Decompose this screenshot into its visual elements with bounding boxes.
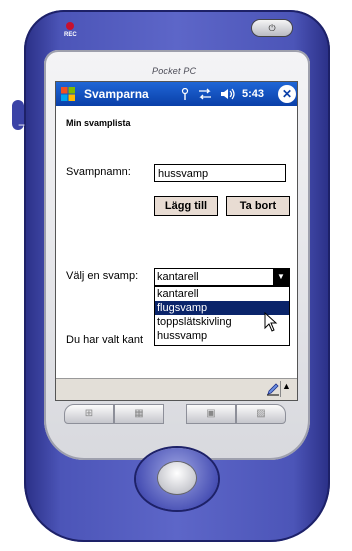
record-button[interactable]: [66, 22, 74, 30]
brand-label: Pocket PC: [152, 66, 197, 76]
hardware-button-4[interactable]: ▨: [236, 404, 286, 424]
action-button[interactable]: [158, 462, 196, 494]
remove-button[interactable]: Ta bort: [226, 196, 290, 216]
name-input[interactable]: hussvamp: [154, 164, 286, 182]
add-button[interactable]: Lägg till: [154, 196, 218, 216]
name-label: Svampnamn:: [66, 166, 131, 178]
clock[interactable]: 5:43: [242, 88, 264, 100]
menu-separator: [280, 381, 281, 397]
speaker-icon[interactable]: [220, 88, 236, 100]
sync-arrows-icon[interactable]: [198, 88, 212, 100]
menu-bar: ▲: [56, 378, 297, 400]
power-button[interactable]: ⏻: [252, 20, 292, 36]
windows-flag-icon[interactable]: [60, 86, 76, 102]
screen: Svamparna 5:43 ✕ Min svamplista Svampnam…: [56, 82, 297, 400]
antenna-icon[interactable]: [180, 88, 190, 100]
volume-down-label: −: [18, 118, 26, 132]
page-heading: Min svamplista: [66, 118, 131, 128]
title-bar: Svamparna 5:43 ✕: [56, 82, 297, 106]
mouse-cursor-icon: [264, 312, 278, 332]
hardware-button-2[interactable]: ▦: [114, 404, 164, 424]
pencil-icon[interactable]: [266, 382, 280, 396]
hardware-button-3[interactable]: ▣: [186, 404, 236, 424]
close-button[interactable]: ✕: [278, 85, 296, 103]
select-label: Välj en svamp:: [66, 270, 139, 282]
result-text: Du har valt kant: [66, 334, 144, 346]
mushroom-select[interactable]: kantarell ▼: [154, 268, 290, 286]
selected-value: kantarell: [157, 271, 199, 283]
hardware-button-1[interactable]: ⊞: [64, 404, 114, 424]
volume-up-label: +: [17, 88, 23, 99]
dropdown-arrow-icon[interactable]: ▼: [273, 269, 289, 285]
app-title: Svamparna: [84, 87, 149, 101]
input-panel-arrow-icon[interactable]: ▲: [282, 381, 291, 391]
option-item[interactable]: kantarell: [155, 287, 289, 301]
record-label: REC: [64, 32, 77, 38]
